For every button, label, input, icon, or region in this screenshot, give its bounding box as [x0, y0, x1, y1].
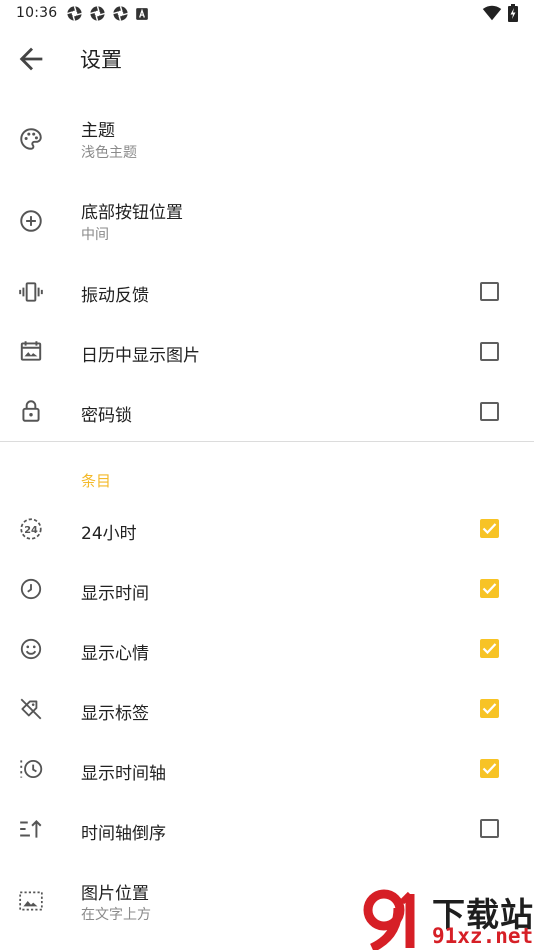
- clock-24-icon: 24: [18, 516, 44, 542]
- setting-value: 在文字上方: [81, 907, 151, 923]
- setting-label: 主题: [81, 121, 115, 141]
- lock-icon: [18, 398, 44, 424]
- password-lock-checkbox[interactable]: [480, 402, 499, 421]
- smiley-icon: [18, 636, 44, 662]
- status-time: 10:36: [16, 5, 58, 21]
- watermark: 下载站 91xz.net: [362, 888, 534, 950]
- section-divider: [0, 441, 534, 442]
- setting-label: 显示时间轴: [81, 764, 166, 784]
- setting-theme[interactable]: 主题 浅色主题: [0, 110, 534, 170]
- back-button[interactable]: [14, 42, 48, 76]
- page-title: 设置: [80, 48, 122, 72]
- setting-password-lock[interactable]: 密码锁: [0, 392, 534, 432]
- show-timeline-checkbox[interactable]: [480, 759, 499, 778]
- show-time-checkbox[interactable]: [480, 579, 499, 598]
- notification-icons: [66, 5, 149, 22]
- vibration-icon: [18, 279, 44, 305]
- palette-icon: [18, 126, 44, 152]
- vibration-checkbox[interactable]: [480, 282, 499, 301]
- section-header-entries: 条目: [81, 472, 112, 490]
- setting-calendar-images[interactable]: 日历中显示图片: [0, 332, 534, 372]
- battery-charging-icon: [508, 4, 518, 22]
- setting-label: 振动反馈: [81, 286, 149, 306]
- setting-label: 图片位置: [81, 884, 149, 904]
- a-badge-icon: [136, 7, 148, 20]
- aperture-icon: [67, 6, 82, 21]
- status-right-icons: [482, 4, 518, 22]
- history-icon: [18, 756, 44, 782]
- 24-hour-checkbox[interactable]: [480, 519, 499, 538]
- show-mood-checkbox[interactable]: [480, 639, 499, 658]
- setting-show-timeline[interactable]: 显示时间轴: [0, 749, 534, 789]
- sort-ascending-icon: [18, 816, 44, 842]
- setting-24-hour[interactable]: 24 24小时: [0, 509, 534, 549]
- arrow-back-icon: [19, 47, 43, 71]
- calendar-images-checkbox[interactable]: [480, 342, 499, 361]
- setting-label: 日历中显示图片: [81, 346, 200, 366]
- aperture-icon: [113, 6, 128, 21]
- svg-text:24: 24: [24, 525, 38, 536]
- wifi-icon: [482, 5, 502, 21]
- setting-label: 显示时间: [81, 584, 149, 604]
- setting-value: 中间: [81, 227, 109, 243]
- timeline-reverse-checkbox[interactable]: [480, 819, 499, 838]
- setting-show-time[interactable]: 显示时间: [0, 569, 534, 609]
- setting-show-tags[interactable]: 显示标签: [0, 689, 534, 729]
- image-position-icon: [18, 888, 44, 914]
- clock-icon: [18, 576, 44, 602]
- aperture-icon: [90, 6, 105, 21]
- status-bar: 10:36: [0, 0, 534, 28]
- setting-label: 24小时: [81, 524, 137, 544]
- show-tags-checkbox[interactable]: [480, 699, 499, 718]
- setting-label: 底部按钮位置: [81, 203, 183, 223]
- setting-bottom-button-position[interactable]: 底部按钮位置 中间: [0, 192, 534, 252]
- setting-label: 显示标签: [81, 704, 149, 724]
- watermark-domain: 91xz.net: [432, 924, 534, 948]
- label-off-icon: [18, 696, 44, 722]
- setting-timeline-reverse[interactable]: 时间轴倒序: [0, 809, 534, 849]
- setting-label: 密码锁: [81, 406, 132, 426]
- app-bar: 设置: [0, 28, 534, 88]
- watermark-logo-icon: [363, 889, 415, 950]
- setting-label: 时间轴倒序: [81, 824, 166, 844]
- setting-label: 显示心情: [81, 644, 149, 664]
- setting-show-mood[interactable]: 显示心情: [0, 629, 534, 669]
- setting-vibration[interactable]: 振动反馈: [0, 272, 534, 312]
- setting-value: 浅色主题: [81, 145, 137, 161]
- add-circle-icon: [18, 208, 44, 234]
- calendar-image-icon: [18, 338, 44, 364]
